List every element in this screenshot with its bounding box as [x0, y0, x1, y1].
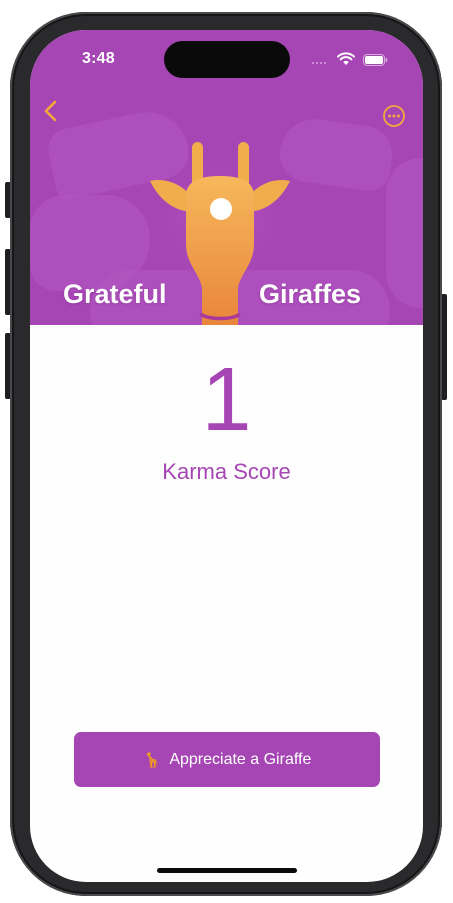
appreciate-giraffe-button[interactable]: 🦒 Appreciate a Giraffe	[74, 732, 380, 787]
status-bar: 3:48	[30, 30, 423, 84]
karma-score-label: Karma Score	[162, 459, 291, 484]
status-time: 3:48	[82, 50, 115, 67]
hero-title-right: Giraffes	[259, 279, 362, 309]
hero-title-left: Grateful	[63, 279, 167, 309]
karma-score-value: 1	[201, 350, 252, 450]
giraffe-emoji-icon: 🦒	[142, 750, 162, 769]
battery-icon	[363, 54, 388, 66]
ellipsis-circle-icon	[383, 105, 405, 127]
background-blob	[386, 158, 423, 308]
chevron-left-icon	[44, 100, 57, 122]
back-button[interactable]	[40, 98, 62, 124]
cellular-signal-icon	[312, 59, 334, 65]
app-screen: Grateful Giraffes 3:48 1 Karma Score 🦒 A…	[30, 30, 423, 882]
dynamic-island	[164, 41, 290, 78]
home-indicator[interactable]	[157, 868, 297, 873]
more-options-button[interactable]	[382, 104, 406, 128]
wifi-icon	[337, 52, 355, 65]
appreciate-giraffe-label: Appreciate a Giraffe	[169, 750, 312, 768]
